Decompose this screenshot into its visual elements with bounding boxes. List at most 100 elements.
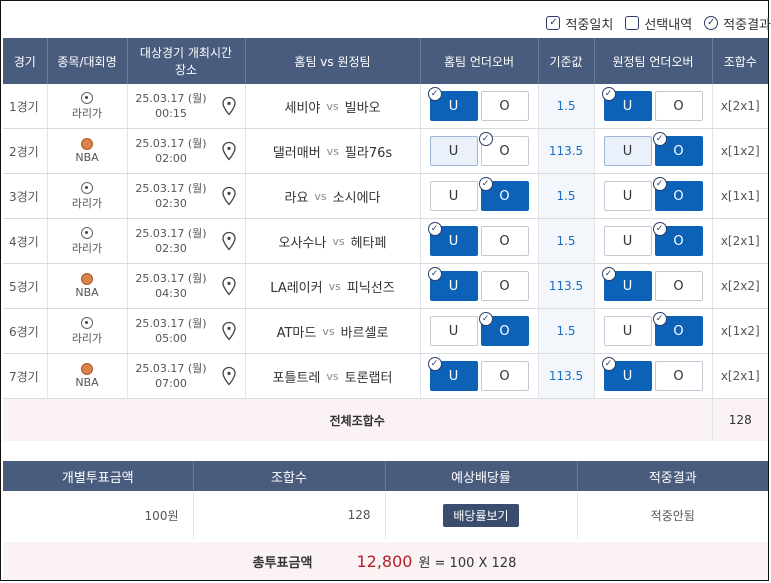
home-over-button[interactable]: ✓ O [478, 132, 529, 166]
home-team: 포틀트레 [272, 370, 321, 386]
home-under-button[interactable]: U [429, 316, 478, 346]
home-over-button-label: O [499, 98, 510, 114]
soccer-ball-icon [81, 181, 93, 194]
filter-hit-match[interactable]: ✓ 적중일치 [546, 14, 613, 33]
away-over-button[interactable]: O [654, 91, 703, 121]
summary-odds-cell: 배당률보기 [385, 491, 578, 539]
vs-label: vs [326, 99, 339, 113]
away-over-button-label: O [673, 188, 684, 204]
away-under-button-label: U [622, 323, 633, 339]
league-name: NBA [75, 151, 99, 164]
location-pin-icon[interactable] [221, 231, 237, 251]
base-value: 1.5 [538, 173, 595, 219]
vs-label: vs [314, 189, 327, 203]
home-under-button[interactable]: ✓ U [427, 222, 478, 256]
selection-checkbox-icon[interactable] [625, 16, 640, 30]
away-under-button[interactable]: U [603, 181, 652, 211]
away-over-button[interactable]: ✓ O [652, 177, 703, 211]
away-ou-cell: U ✓ O [594, 173, 713, 219]
home-under-button[interactable]: ✓ U [427, 267, 478, 301]
away-over-button-label: O [673, 233, 684, 249]
game-number: 3경기 [3, 173, 48, 219]
game-row: 5경기 NBA 25.03.17 (월) 04:30 LA레이커 vs 피닉선즈 ✓ U O 113… [3, 263, 768, 309]
hit-check-icon: ✓ [652, 222, 667, 236]
league-name: 라리가 [71, 331, 103, 345]
game-row: 1경기 라리가 25.03.17 (월) 00:15 세비야 vs 빌바오 ✓ U O 1.5 ✓ U O… [3, 84, 768, 129]
away-over-button[interactable]: O [654, 271, 703, 301]
location-pin-icon[interactable] [221, 276, 237, 296]
game-date: 25.03.17 (월) [135, 227, 207, 240]
away-under-button[interactable]: ✓ U [601, 267, 652, 301]
header-time-line2: 장소 [174, 63, 198, 77]
hit-match-checkbox-icon[interactable]: ✓ [546, 16, 561, 30]
teams-cell: AT마드 vs 바르셀로 [245, 308, 421, 354]
home-over-button[interactable]: O [480, 271, 529, 301]
away-ou-cell: ✓ U O [594, 263, 713, 309]
game-date: 25.03.17 (월) [135, 272, 207, 285]
home-over-button[interactable]: O [480, 91, 529, 121]
away-team: 필라76s [344, 145, 393, 161]
summary-header-amount: 개별투표금액 [3, 461, 194, 491]
location-pin-icon[interactable] [221, 366, 237, 386]
home-under-button[interactable]: U [429, 136, 478, 166]
away-over-button[interactable]: O [654, 361, 703, 391]
away-under-button-label: U [622, 233, 633, 249]
away-over-button[interactable]: ✓ O [652, 312, 703, 346]
home-under-button-label: U [448, 233, 459, 249]
away-under-button[interactable]: U [603, 226, 652, 256]
home-under-button-label: U [448, 188, 459, 204]
home-over-button-label: O [499, 188, 510, 204]
home-over-button[interactable]: ✓ O [478, 312, 529, 346]
filter-selection[interactable]: 선택내역 [625, 14, 692, 33]
home-over-button[interactable]: ✓ O [478, 177, 529, 211]
away-under-button[interactable]: U [603, 316, 652, 346]
away-team: 토론랩터 [344, 370, 393, 386]
hit-result-checkbox-icon[interactable]: ✓ [704, 16, 719, 30]
teams-cell: 오사수나 vs 헤타페 [245, 218, 421, 264]
teams-cell: 댈러매버 vs 필라76s [245, 128, 421, 174]
location-pin-icon[interactable] [221, 321, 237, 341]
home-over-button-label: O [499, 368, 510, 384]
home-under-button[interactable]: ✓ U [427, 357, 478, 391]
away-under-button-label: U [622, 278, 633, 294]
location-pin-icon[interactable] [221, 96, 237, 116]
home-under-button[interactable]: U [429, 181, 478, 211]
away-under-button[interactable]: ✓ U [601, 87, 652, 121]
home-ou-cell: ✓ U O [420, 263, 539, 309]
away-ou-cell: U ✓ O [594, 128, 713, 174]
game-number: 7경기 [3, 353, 48, 399]
view-odds-button[interactable]: 배당률보기 [443, 503, 519, 527]
summary-amount: 100원 [3, 491, 194, 539]
combo-value: x[2x1] [712, 84, 768, 129]
game-date: 25.03.17 (월) [135, 92, 207, 105]
game-time: 05:00 [155, 332, 187, 345]
datetime-cell: 25.03.17 (월) 02:30 [127, 218, 246, 264]
hit-check-icon: ✓ [601, 87, 616, 101]
base-value: 1.5 [538, 308, 595, 354]
away-over-button[interactable]: ✓ O [652, 222, 703, 256]
summary-header-row: 개별투표금액 조합수 예상배당률 적중결과 [3, 461, 768, 491]
game-number: 6경기 [3, 308, 48, 354]
home-over-button[interactable]: O [480, 226, 529, 256]
hit-check-icon: ✓ [427, 222, 442, 236]
hit-check-icon: ✓ [427, 87, 442, 101]
away-ou-cell: ✓ U O [594, 84, 713, 129]
header-home-ou: 홈팀 언더오버 [420, 38, 539, 84]
away-under-button[interactable]: ✓ U [601, 357, 652, 391]
away-under-button[interactable]: U [603, 136, 652, 166]
game-number: 1경기 [3, 84, 48, 129]
soccer-ball-icon [81, 316, 93, 329]
home-over-button[interactable]: O [480, 361, 529, 391]
home-under-button-label: U [448, 98, 459, 114]
filter-hit-result[interactable]: ✓ 적중결과 [704, 14, 771, 33]
sport-cell: 라리가 [47, 173, 128, 219]
away-over-button[interactable]: ✓ O [652, 132, 703, 166]
home-team: AT마드 [276, 325, 317, 341]
base-value: 1.5 [538, 84, 595, 129]
location-pin-icon[interactable] [221, 186, 237, 206]
hit-check-icon: ✓ [652, 312, 667, 326]
home-under-button[interactable]: ✓ U [427, 87, 478, 121]
location-pin-icon[interactable] [221, 141, 237, 161]
summary-result: 적중안됨 [650, 508, 695, 523]
away-ou-cell: U ✓ O [594, 308, 713, 354]
